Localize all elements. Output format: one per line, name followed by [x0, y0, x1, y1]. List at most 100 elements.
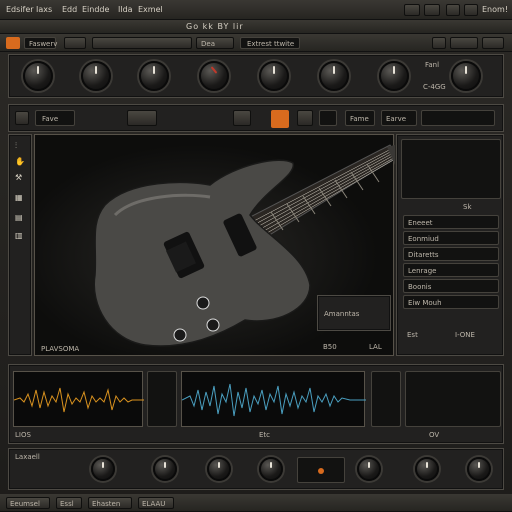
- knob-6[interactable]: [319, 61, 349, 91]
- track-meter: [405, 371, 501, 427]
- menu-button[interactable]: [482, 37, 504, 49]
- menu-right-label[interactable]: Enom!: [482, 5, 508, 15]
- camera-icon[interactable]: [233, 110, 251, 126]
- center-field[interactable]: Fame: [345, 110, 375, 126]
- viewport-label-a: B50: [323, 343, 337, 351]
- field-button[interactable]: Dea: [196, 37, 234, 49]
- grid-icon[interactable]: ▥: [15, 231, 23, 241]
- film-icon[interactable]: ▦: [15, 193, 23, 203]
- bottom-knob-7[interactable]: [467, 457, 491, 481]
- menu-file[interactable]: Edsifer: [6, 5, 34, 15]
- record-arm-button[interactable]: [271, 110, 289, 128]
- ruler-icon[interactable]: ▤: [15, 213, 23, 223]
- tab-3-label: Ehasten: [92, 500, 121, 508]
- preset-select[interactable]: Extrest ttwite: [240, 37, 300, 49]
- tab-4[interactable]: ELAAU: [138, 497, 174, 509]
- tab-2[interactable]: Essl: [56, 497, 82, 509]
- menu-tools[interactable]: Eindde: [82, 5, 109, 15]
- menu-bar: Edsifer Iaxs Edd Eindde Ilda Exmel Enom!: [0, 0, 512, 20]
- knob-4[interactable]: [199, 61, 229, 91]
- bottom-controls: Laxaell: [8, 448, 504, 490]
- track-label-right: OV: [429, 431, 440, 439]
- gear-icon[interactable]: [319, 110, 337, 126]
- hand-icon[interactable]: ✋: [15, 157, 25, 167]
- play-button[interactable]: [424, 4, 440, 16]
- knob-8[interactable]: [451, 61, 481, 91]
- knob-1[interactable]: [23, 61, 53, 91]
- tab-2-label: Essl: [60, 500, 74, 508]
- tuner-led: [318, 468, 324, 474]
- list-item[interactable]: Eiw Mouh: [403, 295, 499, 309]
- menu-icon[interactable]: [15, 111, 29, 125]
- list-item-label: Eneeet: [408, 219, 433, 227]
- knob-5[interactable]: [259, 61, 289, 91]
- right-field[interactable]: Earve: [381, 110, 417, 126]
- tab-1[interactable]: Eeumsel: [6, 497, 50, 509]
- headphone-icon[interactable]: [147, 371, 177, 427]
- list-item-label: Ditaretts: [408, 251, 439, 259]
- title-strip: Go kk BY lir: [0, 20, 512, 34]
- tool-column: ⫶ ✋ ⚒ ▦ ▤ ▥: [8, 134, 32, 356]
- bottom-knob-3[interactable]: [207, 457, 231, 481]
- settings-icon[interactable]: [432, 37, 446, 49]
- right-panel-label-a: Est: [407, 331, 418, 339]
- track-label-center: Etc: [259, 431, 271, 439]
- list-item[interactable]: Eonmiud: [403, 231, 499, 245]
- viewport[interactable]: PLAVSOMA Amanntas B50 LAL: [34, 134, 395, 356]
- stop-button[interactable]: [446, 4, 460, 16]
- toolbar: Faswerv Dea Extrest ttwite: [0, 34, 512, 52]
- menu-view[interactable]: Edd: [62, 5, 77, 15]
- track-label-left: LIOS: [15, 431, 31, 439]
- knob-3[interactable]: [139, 61, 169, 91]
- list-item-label: Boonis: [408, 283, 432, 291]
- bottom-left-label: Laxaell: [15, 453, 40, 461]
- preset-select-value: Extrest ttwite: [247, 40, 295, 48]
- bottom-knob-4[interactable]: [259, 457, 283, 481]
- list-item-label: Lenrage: [408, 267, 437, 275]
- main-strip: Fave Fame Earve: [8, 104, 504, 132]
- main-field[interactable]: Fave: [35, 110, 75, 126]
- tuner-display[interactable]: [297, 457, 345, 483]
- position-slider[interactable]: [421, 110, 495, 126]
- center-field-label: Fame: [350, 115, 369, 123]
- list-item[interactable]: Boonis: [403, 279, 499, 293]
- menu-track[interactable]: Ilda: [118, 5, 133, 15]
- right-panel: Sk Eneeet Eonmiud Ditaretts Lenrage Boon…: [396, 134, 504, 356]
- strip-button[interactable]: [127, 110, 157, 126]
- track-row: LIOS Etc OV: [8, 364, 504, 444]
- list-item-label: Eonmiud: [408, 235, 439, 243]
- search-input[interactable]: Faswerv: [24, 37, 57, 49]
- menu-help[interactable]: Exmel: [138, 5, 163, 15]
- right-panel-header: Sk: [463, 203, 472, 211]
- tab-3[interactable]: Ehasten: [88, 497, 132, 509]
- knob-label-bottom: C-4GG: [423, 83, 446, 91]
- arm-toggle[interactable]: [297, 110, 313, 126]
- bottom-knob-2[interactable]: [153, 457, 177, 481]
- waveform-track[interactable]: [13, 371, 144, 427]
- track-selector[interactable]: [92, 37, 192, 49]
- menu-edit[interactable]: Iaxs: [36, 5, 52, 15]
- wrench-icon[interactable]: ⚒: [15, 173, 22, 183]
- scope-display: [181, 371, 366, 427]
- list-item[interactable]: Lenrage: [403, 263, 499, 277]
- tuner-icon[interactable]: ⫶: [15, 141, 17, 151]
- app-window: Edsifer Iaxs Edd Eindde Ilda Exmel Enom!…: [0, 0, 512, 512]
- record-button[interactable]: [404, 4, 420, 16]
- viewport-caption: PLAVSOMA: [41, 345, 80, 353]
- browse-button[interactable]: [64, 37, 86, 49]
- knob-7[interactable]: [379, 61, 409, 91]
- power-icon[interactable]: [6, 37, 20, 49]
- main-field-label: Fave: [42, 115, 59, 123]
- bottom-knob-6[interactable]: [415, 457, 439, 481]
- list-item[interactable]: Eneeet: [403, 215, 499, 229]
- viewport-label-b: LAL: [369, 343, 382, 351]
- list-item[interactable]: Ditaretts: [403, 247, 499, 261]
- bottom-knob-1[interactable]: [91, 457, 115, 481]
- person-icon[interactable]: [371, 371, 401, 427]
- bottom-knob-5[interactable]: [357, 457, 381, 481]
- options-button[interactable]: [450, 37, 478, 49]
- app-title: Go kk BY lir: [186, 22, 244, 31]
- knob-2[interactable]: [81, 61, 111, 91]
- loop-button[interactable]: [464, 4, 478, 16]
- scope-wave: [181, 383, 366, 417]
